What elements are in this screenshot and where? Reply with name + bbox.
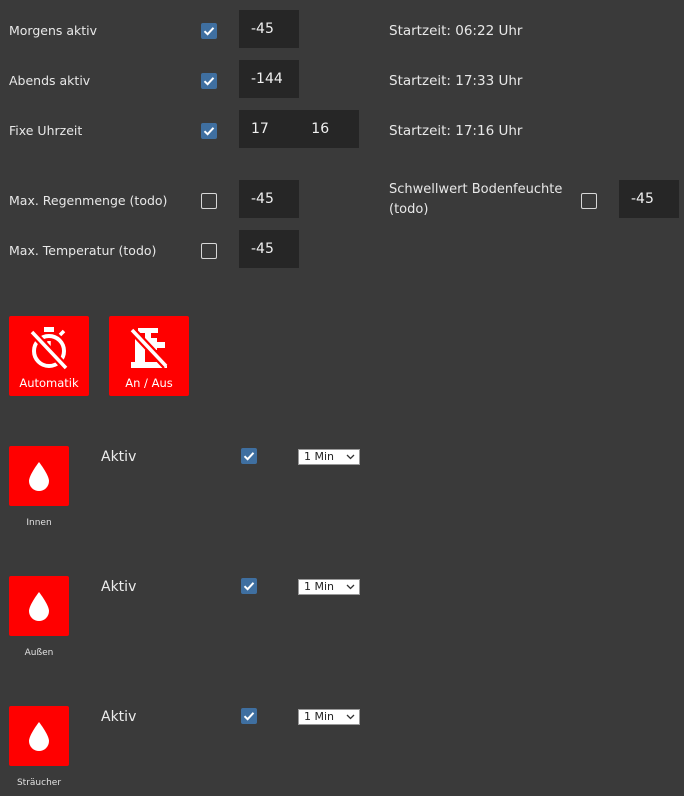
fixed-minute-value[interactable]: 16 <box>311 121 329 137</box>
zone-innen-checkbox[interactable] <box>241 448 257 464</box>
evening-checkbox[interactable] <box>201 73 217 89</box>
faucet-off-icon <box>129 327 169 369</box>
duration-value: 1 Min <box>304 580 335 593</box>
duration-value: 1 Min <box>304 710 335 723</box>
rain-checkbox[interactable] <box>201 193 217 209</box>
zone-innen-aktiv-label: Aktiv <box>101 449 137 465</box>
zone-aussen-duration-select[interactable]: 1 Min <box>298 579 360 595</box>
automatic-label: Automatik <box>19 376 79 390</box>
automatic-button[interactable]: Automatik <box>9 316 89 396</box>
temperature-input[interactable]: -45 <box>239 230 299 268</box>
moisture-label: Schwellwert Bodenfeuchte (todo) <box>389 182 563 217</box>
on-off-button[interactable]: An / Aus <box>109 316 189 396</box>
zone-straeucher-aktiv-label: Aktiv <box>101 709 137 725</box>
chevron-down-icon <box>346 584 355 590</box>
fixed-time-checkbox[interactable] <box>201 123 217 139</box>
chevron-down-icon <box>346 454 355 460</box>
temperature-checkbox[interactable] <box>201 243 217 259</box>
evening-offset-input[interactable]: -144 <box>239 60 299 98</box>
zone-innen-label: Innen <box>26 518 52 528</box>
rain-input[interactable]: -45 <box>239 180 299 218</box>
checkmark-icon <box>203 127 215 136</box>
evening-start-time: Startzeit: 17:33 Uhr <box>389 73 523 89</box>
checkmark-icon <box>243 712 255 721</box>
fixed-start-time: Startzeit: 17:16 Uhr <box>389 123 523 139</box>
temperature-label: Max. Temperatur (todo) <box>9 243 157 258</box>
moisture-checkbox[interactable] <box>581 193 597 209</box>
checkmark-icon <box>243 452 255 461</box>
fixed-hour-value[interactable]: 17 <box>251 121 269 137</box>
checkmark-icon <box>203 77 215 86</box>
water-drop-icon <box>29 462 49 491</box>
water-drop-icon <box>29 592 49 621</box>
moisture-input[interactable]: -45 <box>619 180 679 218</box>
water-drop-icon <box>29 722 49 751</box>
timer-off-icon <box>29 327 69 371</box>
chevron-down-icon <box>346 714 355 720</box>
zone-aussen-label: Außen <box>24 648 54 658</box>
zone-straeucher-button[interactable] <box>9 706 69 766</box>
checkmark-icon <box>203 27 215 36</box>
zone-aussen-button[interactable] <box>9 576 69 636</box>
zone-aussen-checkbox[interactable] <box>241 578 257 594</box>
on-off-label: An / Aus <box>125 376 173 390</box>
morning-label: Morgens aktiv <box>9 23 98 38</box>
duration-value: 1 Min <box>304 450 335 463</box>
morning-start-time: Startzeit: 06:22 Uhr <box>389 23 523 39</box>
zone-innen-button[interactable] <box>9 446 69 506</box>
zone-straeucher-label: Sträucher <box>16 778 62 788</box>
morning-checkbox[interactable] <box>201 23 217 39</box>
zone-straeucher-duration-select[interactable]: 1 Min <box>298 709 360 725</box>
zone-straeucher-checkbox[interactable] <box>241 708 257 724</box>
rain-label: Max. Regenmenge (todo) <box>9 193 168 208</box>
zone-innen-duration-select[interactable]: 1 Min <box>298 449 360 465</box>
evening-label: Abends aktiv <box>9 73 91 88</box>
fixed-time-input[interactable]: 17 16 <box>239 110 359 148</box>
fixed-time-label: Fixe Uhrzeit <box>9 123 83 138</box>
checkmark-icon <box>243 582 255 591</box>
morning-offset-input[interactable]: -45 <box>239 10 299 48</box>
zone-aussen-aktiv-label: Aktiv <box>101 579 137 595</box>
